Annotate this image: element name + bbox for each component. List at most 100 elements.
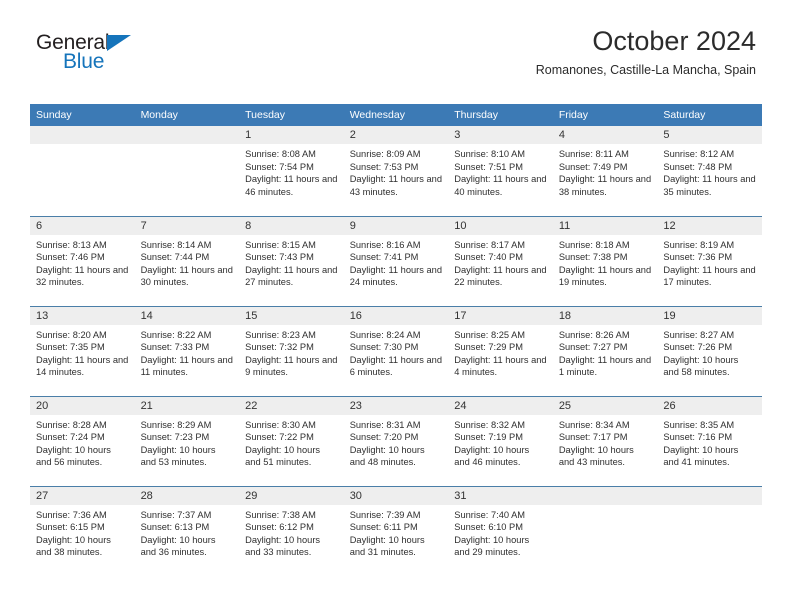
calendar-day-cell[interactable]: 23 Sunrise: 8:31 AM Sunset: 7:20 PM Dayligh…: [343, 395, 449, 486]
sunset-text: Sunset: 7:23 PM: [140, 432, 210, 443]
day-number: 16: [343, 306, 449, 325]
day-details: Sunrise: 8:08 AM Sunset: 7:54 PM Daylight:…: [239, 144, 344, 198]
sunset-text: Sunset: 7:20 PM: [349, 432, 419, 443]
calendar-day-cell[interactable]: 16 Sunrise: 8:24 AM Sunset: 7:30 PM Dayligh…: [343, 305, 449, 396]
day-details: Sunrise: 8:16 AM Sunset: 7:41 PM Daylight:…: [344, 235, 449, 289]
sunrise-text: Sunrise: 7:39 AM: [349, 509, 421, 520]
day-details: Sunrise: 8:10 AM Sunset: 7:51 PM Daylight:…: [448, 144, 553, 198]
calendar-day-cell[interactable]: 13 Sunrise: 8:20 AM Sunset: 7:35 PM Dayligh…: [30, 305, 135, 396]
calendar-day-cell[interactable]: 5 Sunrise: 8:12 AM Sunset: 7:48 PM Daylight…: [657, 126, 762, 216]
daylight-text: Daylight: 11 hours and 9 minutes.: [245, 354, 338, 378]
sunrise-text: Sunrise: 8:25 AM: [454, 329, 526, 340]
sunset-text: Sunset: 7:41 PM: [349, 252, 419, 263]
day-number: 5: [657, 126, 762, 144]
calendar-day-cell[interactable]: 15 Sunrise: 8:23 AM Sunset: 7:32 PM Dayligh…: [239, 305, 344, 396]
calendar-day-cell[interactable]: 21 Sunrise: 8:29 AM Sunset: 7:23 PM Dayligh…: [134, 395, 240, 486]
day-number: 11: [552, 216, 658, 235]
calendar-day-cell[interactable]: 8 Sunrise: 8:15 AM Sunset: 7:43 PM Daylight…: [239, 215, 344, 306]
calendar-day-cell[interactable]: 2 Sunrise: 8:09 AM Sunset: 7:53 PM Daylight…: [343, 126, 449, 216]
calendar-day-cell[interactable]: 4 Sunrise: 8:11 AM Sunset: 7:49 PM Daylight…: [552, 126, 658, 216]
sunset-text: Sunset: 7:24 PM: [36, 432, 105, 443]
calendar-body: 1 Sunrise: 8:08 AM Sunset: 7:54 PM Daylight…: [30, 126, 762, 576]
calendar-day-cell[interactable]: 6 Sunrise: 8:13 AM Sunset: 7:46 PM Daylight…: [30, 215, 135, 306]
daylight-text: Daylight: 10 hours and 53 minutes.: [140, 444, 216, 468]
calendar-day-cell[interactable]: 9 Sunrise: 8:16 AM Sunset: 7:41 PM Daylight…: [343, 215, 449, 306]
sunset-text: Sunset: 7:19 PM: [454, 432, 523, 443]
calendar-day-cell[interactable]: 17 Sunrise: 8:25 AM Sunset: 7:29 PM Dayligh…: [448, 305, 553, 396]
calendar-day-cell[interactable]: 25 Sunrise: 8:34 AM Sunset: 7:17 PM Dayligh…: [552, 395, 658, 486]
weekday-header-sunday: Sunday: [30, 104, 135, 126]
calendar-day-cell[interactable]: 26 Sunrise: 8:35 AM Sunset: 7:16 PM Dayligh…: [657, 395, 762, 486]
calendar-day-cell[interactable]: 1 Sunrise: 8:08 AM Sunset: 7:54 PM Daylight…: [239, 126, 344, 216]
calendar-day-cell[interactable]: 30 Sunrise: 7:39 AM Sunset: 6:11 PM Dayligh…: [343, 485, 449, 576]
sunrise-text: Sunrise: 8:31 AM: [349, 419, 421, 430]
day-number: 18: [552, 306, 658, 325]
day-number: 29: [239, 486, 344, 505]
calendar-day-cell[interactable]: 29 Sunrise: 7:38 AM Sunset: 6:12 PM Dayligh…: [239, 485, 344, 576]
daylight-text: Daylight: 10 hours and 41 minutes.: [663, 444, 739, 468]
title-block: October 2024 Romanones, Castille-La Manc…: [536, 26, 756, 77]
day-number: 26: [657, 396, 762, 415]
daylight-text: Daylight: 10 hours and 38 minutes.: [36, 534, 111, 558]
day-details: Sunrise: 8:29 AM Sunset: 7:23 PM Daylight:…: [135, 415, 240, 469]
sunrise-text: Sunrise: 8:19 AM: [663, 239, 735, 250]
daylight-text: Daylight: 11 hours and 22 minutes.: [454, 264, 547, 288]
sunrise-text: Sunrise: 8:32 AM: [454, 419, 526, 430]
calendar-day-cell[interactable]: 11 Sunrise: 8:18 AM Sunset: 7:38 PM Dayligh…: [552, 215, 658, 306]
weekday-header-tuesday: Tuesday: [239, 104, 344, 126]
daylight-text: Daylight: 11 hours and 1 minute.: [558, 354, 652, 378]
calendar-week-row: 13 Sunrise: 8:20 AM Sunset: 7:35 PM Dayligh…: [30, 305, 762, 396]
day-number: 25: [552, 396, 658, 415]
calendar-day-cell[interactable]: 28 Sunrise: 7:37 AM Sunset: 6:13 PM Dayligh…: [134, 485, 240, 576]
day-details: Sunrise: 8:11 AM Sunset: 7:49 PM Daylight:…: [553, 144, 658, 198]
generalblue-logo[interactable]: General Blue: [36, 32, 236, 78]
daylight-text: Daylight: 11 hours and 11 minutes.: [140, 354, 233, 378]
day-number: 30: [343, 486, 449, 505]
weekday-header-friday: Friday: [552, 104, 658, 126]
calendar-day-cell-empty: [552, 485, 658, 576]
day-details: Sunrise: 8:32 AM Sunset: 7:19 PM Daylight:…: [448, 415, 553, 469]
sunrise-text: Sunrise: 8:35 AM: [663, 419, 735, 430]
day-number: 15: [239, 306, 344, 325]
sunrise-text: Sunrise: 8:17 AM: [454, 239, 526, 250]
calendar-day-cell[interactable]: 24 Sunrise: 8:32 AM Sunset: 7:19 PM Dayligh…: [448, 395, 553, 486]
calendar-day-cell[interactable]: 12 Sunrise: 8:19 AM Sunset: 7:36 PM Dayligh…: [657, 215, 762, 306]
sunrise-text: Sunrise: 8:22 AM: [140, 329, 212, 340]
sunrise-text: Sunrise: 8:13 AM: [36, 239, 107, 250]
day-details: Sunrise: 8:12 AM Sunset: 7:48 PM Daylight:…: [657, 144, 762, 198]
day-details: Sunrise: 7:38 AM Sunset: 6:12 PM Daylight:…: [239, 505, 344, 559]
day-details: Sunrise: 8:30 AM Sunset: 7:22 PM Daylight:…: [239, 415, 344, 469]
daylight-text: Daylight: 11 hours and 46 minutes.: [245, 174, 338, 197]
calendar-day-cell[interactable]: 31 Sunrise: 7:40 AM Sunset: 6:10 PM Dayligh…: [448, 485, 553, 576]
calendar-day-cell[interactable]: 27 Sunrise: 7:36 AM Sunset: 6:15 PM Dayligh…: [30, 485, 135, 576]
day-details: Sunrise: 8:34 AM Sunset: 7:17 PM Daylight:…: [553, 415, 658, 469]
sunset-text: Sunset: 7:49 PM: [558, 161, 628, 172]
day-details: Sunrise: 8:22 AM Sunset: 7:33 PM Daylight:…: [135, 325, 240, 379]
day-number: 14: [134, 306, 240, 325]
calendar-day-cell[interactable]: 10 Sunrise: 8:17 AM Sunset: 7:40 PM Dayligh…: [448, 215, 553, 306]
daylight-text: Daylight: 10 hours and 33 minutes.: [245, 534, 321, 558]
calendar-day-cell[interactable]: 7 Sunrise: 8:14 AM Sunset: 7:44 PM Daylight…: [134, 215, 240, 306]
calendar-day-cell[interactable]: 14 Sunrise: 8:22 AM Sunset: 7:33 PM Dayligh…: [134, 305, 240, 396]
day-number: 9: [343, 216, 449, 235]
day-number: 20: [30, 396, 135, 415]
day-number: 8: [239, 216, 344, 235]
sunset-text: Sunset: 7:27 PM: [558, 342, 628, 353]
day-details: Sunrise: 8:18 AM Sunset: 7:38 PM Daylight:…: [553, 235, 658, 289]
calendar-day-cell[interactable]: 20 Sunrise: 8:28 AM Sunset: 7:24 PM Dayligh…: [30, 395, 135, 486]
day-details: Sunrise: 8:27 AM Sunset: 7:26 PM Daylight:…: [657, 325, 762, 379]
sunrise-text: Sunrise: 7:36 AM: [36, 509, 107, 520]
day-number: 19: [657, 306, 762, 325]
sunset-text: Sunset: 6:13 PM: [140, 522, 210, 533]
calendar-day-cell-empty: [657, 485, 762, 576]
calendar-day-cell[interactable]: 3 Sunrise: 8:10 AM Sunset: 7:51 PM Daylight…: [448, 126, 553, 216]
daylight-text: Daylight: 11 hours and 14 minutes.: [36, 354, 129, 378]
calendar-day-cell[interactable]: 18 Sunrise: 8:26 AM Sunset: 7:27 PM Dayligh…: [552, 305, 658, 396]
daylight-text: Daylight: 11 hours and 43 minutes.: [349, 174, 443, 197]
sunset-text: Sunset: 7:32 PM: [245, 342, 314, 353]
calendar-day-cell[interactable]: 22 Sunrise: 8:30 AM Sunset: 7:22 PM Dayligh…: [239, 395, 344, 486]
sunset-text: Sunset: 6:11 PM: [349, 522, 418, 533]
calendar-day-cell[interactable]: 19 Sunrise: 8:27 AM Sunset: 7:26 PM Dayligh…: [657, 305, 762, 396]
day-details: Sunrise: 8:31 AM Sunset: 7:20 PM Daylight:…: [344, 415, 449, 469]
sunrise-text: Sunrise: 8:15 AM: [245, 239, 316, 250]
